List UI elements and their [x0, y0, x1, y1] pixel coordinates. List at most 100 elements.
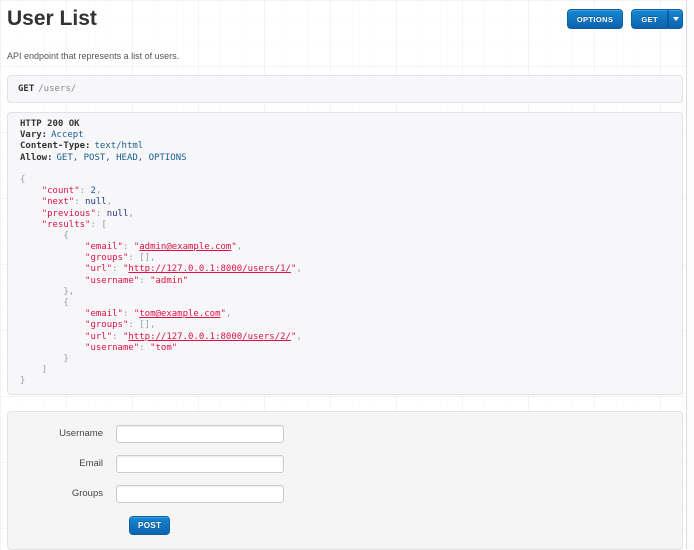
- json-token-str: "email": [85, 242, 123, 252]
- username-label: Username: [8, 425, 116, 443]
- json-token-str: "count": [42, 186, 80, 196]
- json-token-str: "url": [85, 264, 112, 274]
- code-line: "count": 2,: [20, 186, 670, 197]
- code-line: "username": "admin": [20, 276, 670, 287]
- blank-line: [20, 164, 670, 175]
- code-line: "email": "admin@example.com",: [20, 242, 670, 253]
- json-token-str: "url": [85, 332, 112, 342]
- response-status-line: HTTP 200 OK: [20, 119, 670, 130]
- json-token-str: "next": [42, 197, 75, 207]
- request-method: GET: [18, 84, 34, 94]
- json-token-pun: :: [139, 276, 150, 286]
- json-token-pun: ,: [69, 287, 74, 297]
- json-token-pun: :: [112, 264, 123, 274]
- post-button[interactable]: POST: [129, 516, 170, 535]
- json-token-pun: ]: [42, 365, 47, 375]
- form-row-groups: Groups: [8, 485, 682, 503]
- json-token-pun: {: [63, 298, 68, 308]
- code-line: "results": [: [20, 220, 670, 231]
- json-token-pun: []: [139, 253, 150, 263]
- page-header: User List OPTIONS GET: [7, 0, 683, 31]
- request-toolbar: OPTIONS GET: [567, 7, 683, 29]
- json-token-pun: :: [139, 343, 150, 353]
- json-token-pun: ,: [128, 209, 133, 219]
- get-split-button: GET: [631, 9, 683, 29]
- json-token-pun: {: [20, 175, 25, 185]
- json-token-pun: }: [20, 376, 25, 386]
- json-token-str: "results": [42, 220, 91, 230]
- json-token-pun: []: [139, 320, 150, 330]
- json-token-pun: {: [63, 231, 68, 241]
- code-line: "url": "http://127.0.0.1:8000/users/1/",: [20, 264, 670, 275]
- response-header-content-type: Content-Type:text/html: [20, 141, 670, 152]
- request-path: /users/: [38, 84, 76, 94]
- json-link[interactable]: http://127.0.0.1:8000/users/2/: [128, 332, 291, 342]
- json-token-str: "username": [85, 276, 139, 286]
- json-token-str: "previous": [42, 209, 96, 219]
- page-description: API endpoint that represents a list of u…: [7, 51, 683, 62]
- code-line: }: [20, 376, 670, 387]
- code-line: "next": null,: [20, 197, 670, 208]
- request-line: GET/users/: [7, 75, 683, 103]
- code-line: {: [20, 298, 670, 309]
- json-token-pun: :: [112, 332, 123, 342]
- code-line: "url": "http://127.0.0.1:8000/users/2/",: [20, 332, 670, 343]
- json-token-pun: :: [128, 253, 139, 263]
- json-token-pun: ,: [107, 197, 112, 207]
- json-token-pun: :: [128, 320, 139, 330]
- groups-label: Groups: [8, 485, 116, 503]
- json-token-pun: :: [123, 242, 134, 252]
- json-token-pun: }: [63, 354, 68, 364]
- json-token-str: "email": [85, 309, 123, 319]
- username-input[interactable]: [116, 425, 284, 443]
- json-token-kwd: null: [85, 197, 107, 207]
- response-header-vary: Vary:Accept: [20, 130, 670, 141]
- email-label: Email: [8, 455, 116, 473]
- json-token-pun: ,: [150, 320, 155, 330]
- form-actions: POST: [8, 515, 682, 535]
- json-link[interactable]: tom@example.com: [139, 309, 220, 319]
- json-token-str: admin: [155, 276, 182, 286]
- json-link[interactable]: admin@example.com: [139, 242, 231, 252]
- json-token-str: tom: [155, 343, 171, 353]
- get-button[interactable]: GET: [631, 9, 668, 29]
- response-panel: HTTP 200 OK Vary:Accept Content-Type:tex…: [7, 112, 683, 395]
- json-token-str: "groups": [85, 320, 128, 330]
- groups-input[interactable]: [116, 485, 284, 503]
- json-token-pun: :: [80, 186, 91, 196]
- main-content: User List OPTIONS GET API endpoint that …: [7, 0, 683, 550]
- json-response-body: { "count": 2, "next": null, "previous": …: [20, 175, 670, 388]
- code-line: "previous": null,: [20, 209, 670, 220]
- code-line: "username": "tom": [20, 343, 670, 354]
- json-token-pun: ,: [150, 253, 155, 263]
- form-row-email: Email: [8, 455, 682, 473]
- code-line: {: [20, 231, 670, 242]
- options-button[interactable]: OPTIONS: [567, 9, 624, 29]
- code-line: ]: [20, 365, 670, 376]
- json-token-pun: ,: [226, 309, 231, 319]
- json-token-pun: ,: [296, 332, 301, 342]
- code-line: "groups": [],: [20, 253, 670, 264]
- form-row-username: Username: [8, 425, 682, 443]
- json-token-pun: ,: [237, 242, 242, 252]
- vertical-scrollbar[interactable]: [686, 0, 694, 549]
- json-token-pun: ,: [96, 186, 101, 196]
- code-line: }: [20, 354, 670, 365]
- json-token-pun: ,: [296, 264, 301, 274]
- email-input[interactable]: [116, 455, 284, 473]
- json-token-str: ": [183, 276, 188, 286]
- json-token-pun: :: [74, 197, 85, 207]
- get-dropdown-button[interactable]: [668, 9, 683, 29]
- json-token-str: "username": [85, 343, 139, 353]
- json-token-kwd: null: [107, 209, 129, 219]
- json-link[interactable]: http://127.0.0.1:8000/users/1/: [128, 264, 291, 274]
- code-line: },: [20, 287, 670, 298]
- code-line: {: [20, 175, 670, 186]
- json-token-str: "groups": [85, 253, 128, 263]
- json-token-pun: :: [96, 209, 107, 219]
- chevron-down-icon: [673, 17, 679, 21]
- json-token-pun: :: [90, 220, 101, 230]
- code-line: "groups": [],: [20, 320, 670, 331]
- response-header-allow: Allow:GET, POST, HEAD, OPTIONS: [20, 153, 670, 164]
- create-user-form: Username Email Groups POST: [7, 411, 683, 550]
